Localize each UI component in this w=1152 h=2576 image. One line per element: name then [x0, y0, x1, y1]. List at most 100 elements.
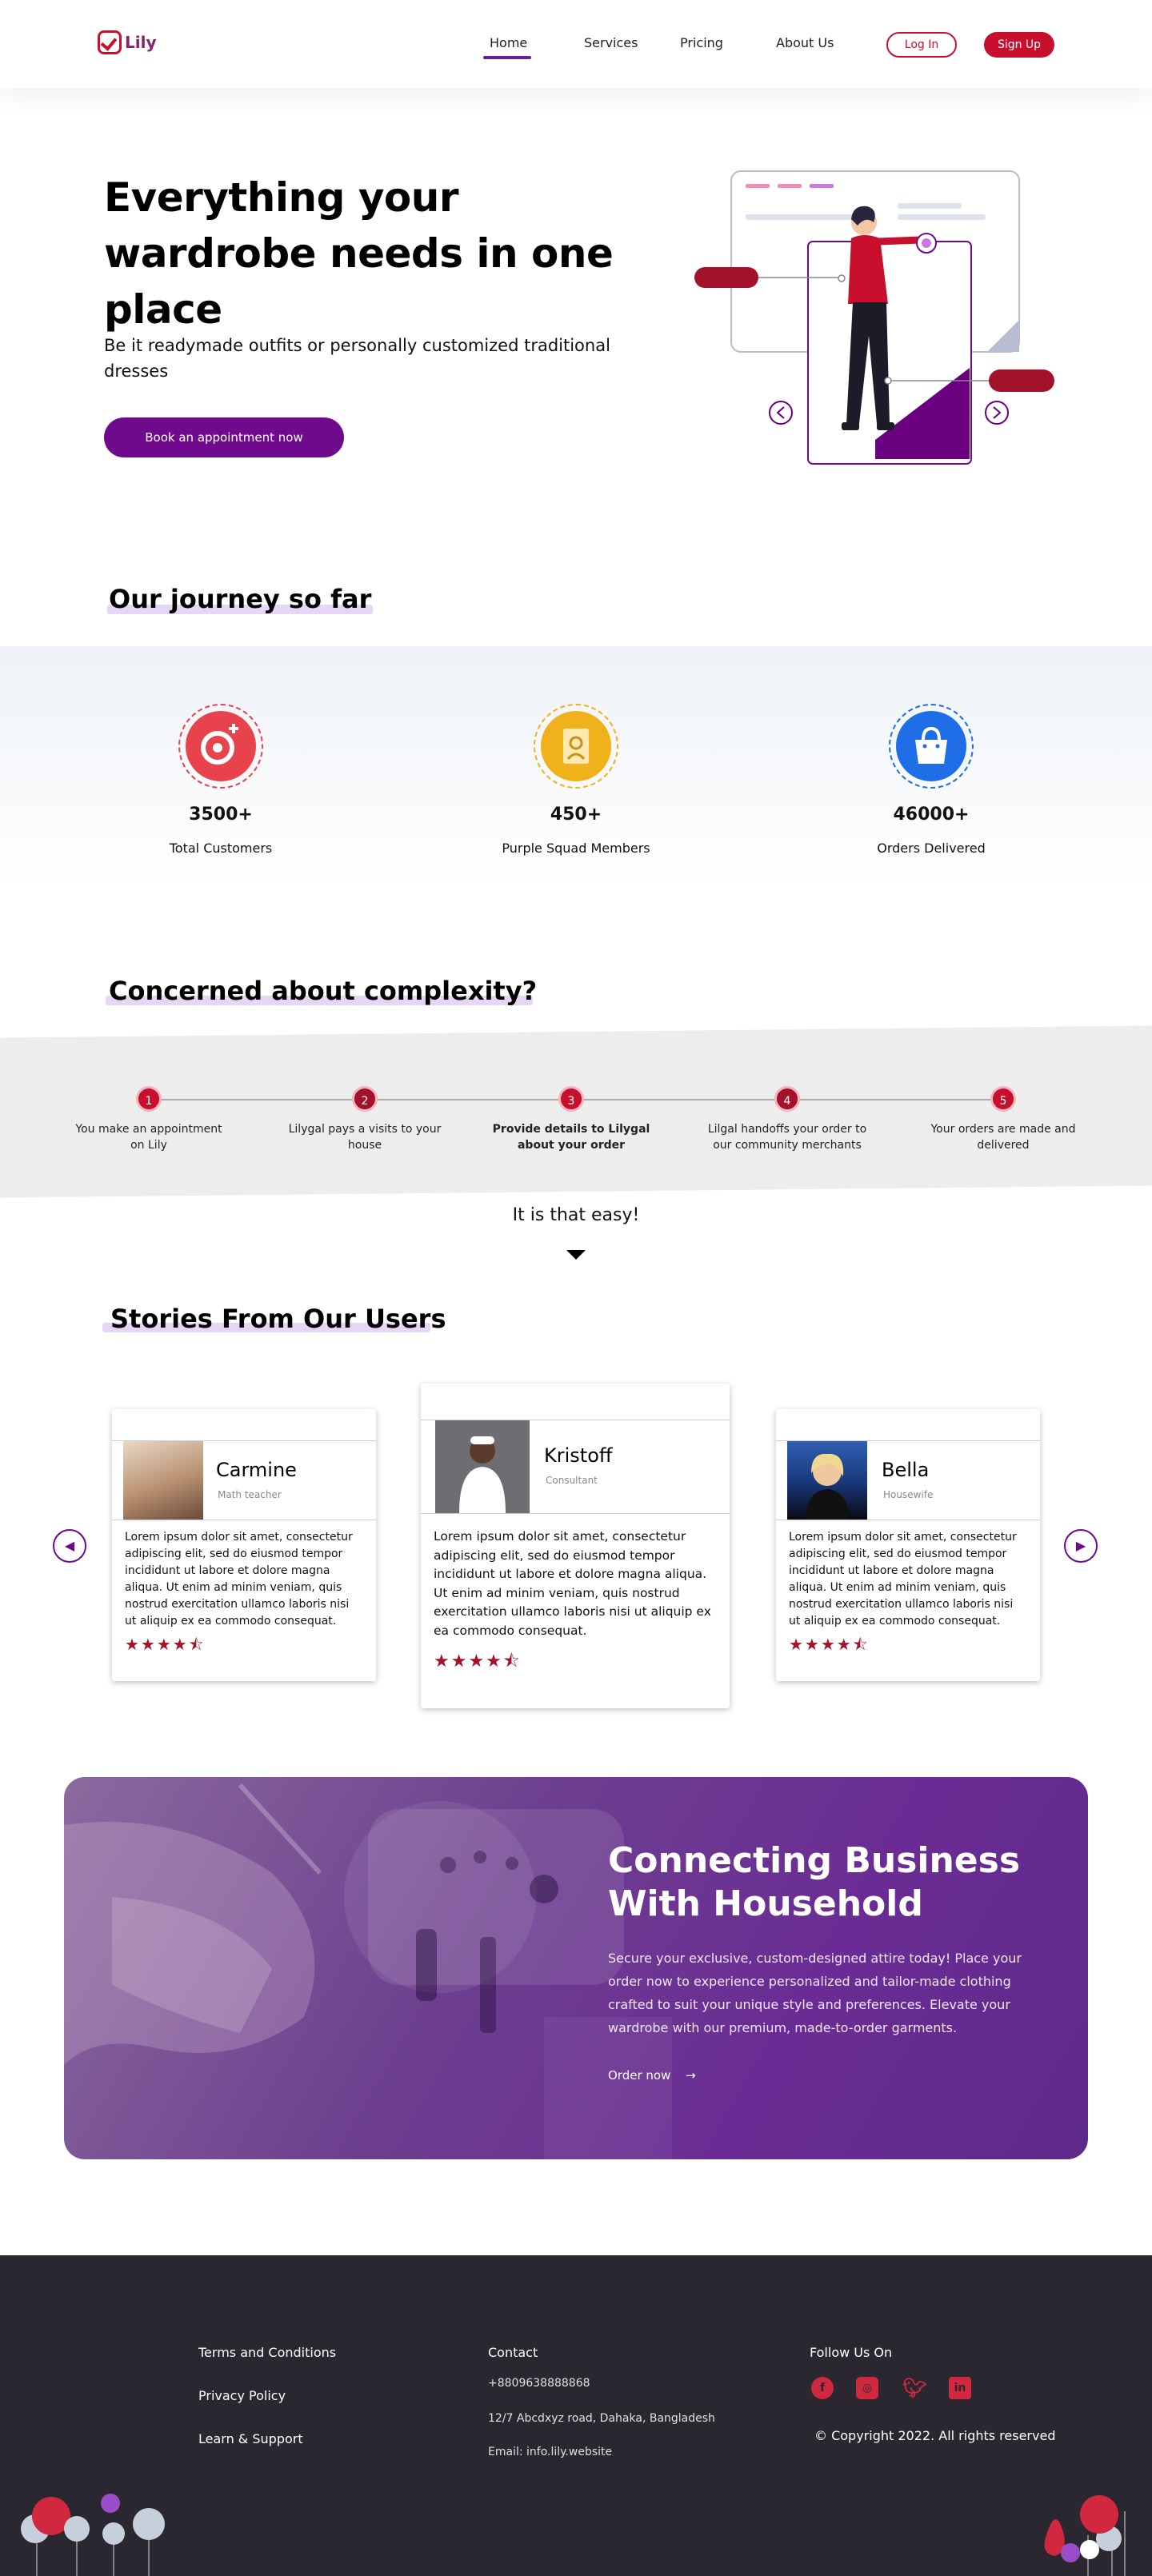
footer-follow-heading: Follow Us On	[810, 2345, 893, 2360]
card-name: Carmine	[216, 1459, 297, 1481]
hero-illustration	[694, 170, 1054, 465]
footer-phone: +8809638888868	[488, 2377, 590, 2390]
stat-total-customers: 3500+ Total Customers	[101, 704, 341, 856]
linkedin-icon[interactable]: in	[949, 2377, 971, 2399]
card-role: Consultant	[546, 1475, 598, 1486]
hero-title: Everything your wardrobe needs in one pl…	[104, 174, 614, 333]
footer-link-support[interactable]: Learn & Support	[198, 2431, 303, 2446]
stat-icon-ring	[178, 704, 263, 789]
stat-icon-ring	[889, 704, 974, 789]
stat-icon-ring	[534, 704, 618, 789]
logo[interactable]: Lily	[98, 30, 157, 54]
complexity-heading: Concerned about complexity?	[109, 976, 538, 1006]
testimonial-card-bella: Bella Housewife Lorem ipsum dolor sit am…	[776, 1409, 1040, 1681]
step-number: 3	[558, 1086, 584, 1112]
caret-down-icon	[566, 1250, 586, 1260]
step-text: Your orders are made and delivered	[930, 1123, 1076, 1152]
step-number: 4	[774, 1086, 800, 1112]
nav-active-indicator	[483, 56, 531, 59]
step-text: Provide details to Lilygal about your or…	[492, 1123, 650, 1152]
site-header: Lily Home Services Pricing About Us Log …	[0, 0, 1152, 88]
shopping-bag-icon	[896, 711, 966, 781]
star-rating: ★★★★⯪	[434, 1651, 522, 1671]
hero-subtitle: Be it readymade outfits or personally cu…	[104, 336, 610, 381]
footer-copyright: © Copyright 2022. All rights reserved	[814, 2428, 1056, 2443]
card-text: Lorem ipsum dolor sit amet, consectetur …	[434, 1529, 711, 1638]
card-text: Lorem ipsum dolor sit amet, consectetur …	[125, 1531, 353, 1627]
card-text: Lorem ipsum dolor sit amet, consectetur …	[789, 1531, 1017, 1627]
footer-address: 12/7 Abcdxyz road, Dahaka, Bangladesh	[488, 2412, 715, 2425]
badge-icon	[541, 711, 611, 781]
stat-value: 46000+	[893, 805, 970, 825]
nav-about-us[interactable]: About Us	[776, 35, 834, 50]
step-1: 1 You make an appointment on Lily	[69, 1086, 229, 1153]
step-text: You make an appointment on Lily	[75, 1123, 222, 1152]
easy-text: It is that easy!	[512, 1205, 640, 1225]
order-now-label: Order now	[608, 2068, 671, 2083]
arrow-right-icon: →	[686, 2068, 696, 2083]
avatar	[787, 1441, 867, 1520]
stat-value: 3500+	[189, 805, 253, 825]
stories-heading: Stories From Our Users	[110, 1304, 446, 1334]
nav-pricing[interactable]: Pricing	[680, 35, 723, 50]
balloons-left-decoration	[21, 2494, 165, 2576]
illustration-prev-icon	[769, 401, 793, 425]
book-appointment-button[interactable]: Book an appointment now	[104, 417, 344, 457]
stat-orders-delivered: 46000+ Orders Delivered	[811, 704, 1051, 856]
stat-label: Orders Delivered	[877, 841, 986, 856]
facebook-icon[interactable]: f	[811, 2377, 834, 2399]
illustration-line	[898, 203, 962, 209]
card-name: Bella	[882, 1459, 930, 1481]
signup-button[interactable]: Sign Up	[984, 32, 1054, 58]
avatar	[123, 1441, 203, 1520]
customer-plus-icon	[186, 711, 256, 781]
step-2: 2 Lilygal pays a visits to your house	[285, 1086, 445, 1153]
avatar	[435, 1420, 530, 1513]
step-number: 2	[352, 1086, 378, 1112]
step-5: 5 Your orders are made and delivered	[923, 1086, 1083, 1153]
footer-link-terms[interactable]: Terms and Conditions	[198, 2345, 336, 2360]
logo-text: Lily	[125, 33, 157, 52]
promo-text: Secure your exclusive, custom-designed a…	[608, 1951, 1022, 2035]
journey-heading: Our journey so far	[109, 584, 372, 614]
card-name: Kristoff	[544, 1444, 613, 1467]
stat-label: Purple Squad Members	[502, 841, 650, 856]
carousel-next-button[interactable]: ▶	[1064, 1529, 1098, 1563]
illustration-bar	[810, 184, 834, 188]
footer-link-privacy[interactable]: Privacy Policy	[198, 2388, 286, 2403]
footer-email: Email: info.lily.website	[488, 2446, 613, 2458]
login-button[interactable]: Log In	[886, 32, 957, 58]
step-text: Lilgal handoffs your order to our commun…	[707, 1123, 867, 1152]
step-number: 5	[990, 1086, 1016, 1112]
nav-home[interactable]: Home	[490, 35, 527, 50]
instagram-icon[interactable]: ◎	[856, 2377, 878, 2399]
illustration-line	[898, 214, 986, 220]
illustration-next-icon	[985, 401, 1009, 425]
logo-check-icon	[98, 30, 122, 54]
promo-title: Connecting Business With Household	[608, 1840, 1021, 1924]
card-role: Housewife	[883, 1489, 934, 1500]
footer-contact-heading: Contact	[488, 2345, 538, 2360]
illustration-pill	[989, 369, 1054, 392]
step-text: Lilygal pays a visits to your house	[288, 1123, 442, 1152]
stat-purple-squad: 450+ Purple Squad Members	[456, 704, 696, 856]
card-role: Math teacher	[218, 1489, 282, 1500]
step-4: 4 Lilgal handoffs your order to our comm…	[707, 1086, 867, 1153]
nav-services[interactable]: Services	[584, 35, 638, 50]
stat-label: Total Customers	[169, 841, 273, 856]
step-3: 3 Provide details to Lilygal about your …	[491, 1086, 651, 1153]
order-now-link[interactable]: Order now →	[608, 2068, 696, 2083]
illustration-bar	[746, 184, 770, 188]
carousel-prev-button[interactable]: ◀	[53, 1529, 86, 1563]
testimonial-card-kristoff: Kristoff Consultant Lorem ipsum dolor si…	[421, 1384, 730, 1708]
illustration-line	[746, 214, 866, 220]
star-rating: ★★★★⯪	[125, 1635, 206, 1654]
stat-value: 450+	[550, 805, 602, 825]
illustration-pill	[694, 267, 758, 288]
testimonial-card-carmine: Carmine Math teacher Lorem ipsum dolor s…	[112, 1409, 376, 1681]
illustration-bar	[778, 184, 802, 188]
star-rating: ★★★★⯪	[789, 1635, 870, 1654]
twitter-icon[interactable]: 🐦︎	[902, 2377, 926, 2399]
balloons-right-decoration	[1044, 2495, 1126, 2576]
step-number: 1	[136, 1086, 162, 1112]
